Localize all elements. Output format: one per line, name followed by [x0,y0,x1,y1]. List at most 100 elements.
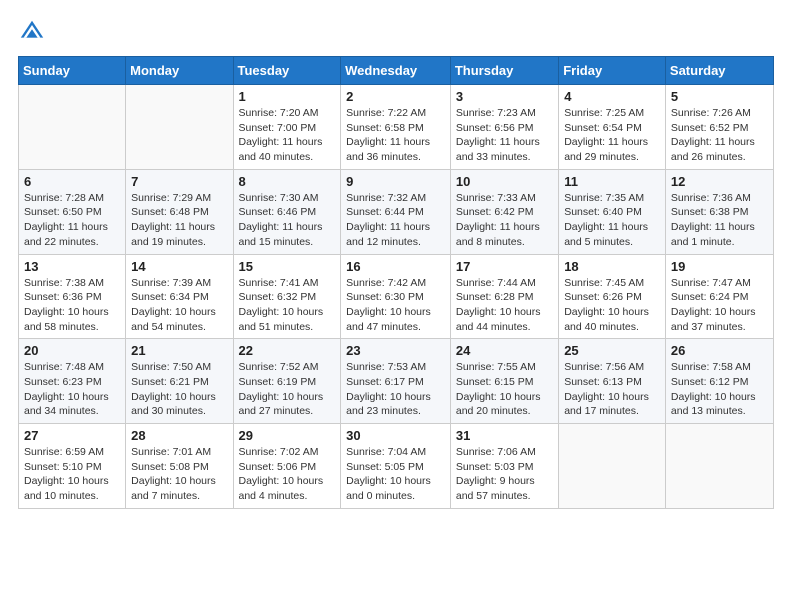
day-info: Sunrise: 7:55 AMSunset: 6:15 PMDaylight:… [456,360,553,419]
day-number: 3 [456,89,553,104]
day-number: 14 [131,259,227,274]
day-info: Sunrise: 7:20 AMSunset: 7:00 PMDaylight:… [239,106,336,165]
calendar-cell: 2 Sunrise: 7:22 AMSunset: 6:58 PMDaylight… [341,85,451,170]
day-number: 18 [564,259,660,274]
day-number: 23 [346,343,445,358]
calendar-cell: 31 Sunrise: 7:06 AMSunset: 5:03 PMDayligh… [450,424,558,509]
calendar-cell: 11 Sunrise: 7:35 AMSunset: 6:40 PMDayligh… [559,169,666,254]
day-info: Sunrise: 7:47 AMSunset: 6:24 PMDaylight:… [671,276,768,335]
day-number: 13 [24,259,120,274]
logo-icon [18,18,46,46]
calendar-cell: 27 Sunrise: 6:59 AMSunset: 5:10 PMDayligh… [19,424,126,509]
page: SundayMondayTuesdayWednesdayThursdayFrid… [0,0,792,612]
day-info: Sunrise: 7:53 AMSunset: 6:17 PMDaylight:… [346,360,445,419]
day-number: 29 [239,428,336,443]
calendar-week-row: 13 Sunrise: 7:38 AMSunset: 6:36 PMDayligh… [19,254,774,339]
calendar-cell: 19 Sunrise: 7:47 AMSunset: 6:24 PMDayligh… [665,254,773,339]
day-number: 5 [671,89,768,104]
day-info: Sunrise: 7:29 AMSunset: 6:48 PMDaylight:… [131,191,227,250]
day-info: Sunrise: 7:25 AMSunset: 6:54 PMDaylight:… [564,106,660,165]
day-info: Sunrise: 7:28 AMSunset: 6:50 PMDaylight:… [24,191,120,250]
day-info: Sunrise: 7:02 AMSunset: 5:06 PMDaylight:… [239,445,336,504]
calendar-cell: 15 Sunrise: 7:41 AMSunset: 6:32 PMDayligh… [233,254,341,339]
calendar-cell: 9 Sunrise: 7:32 AMSunset: 6:44 PMDaylight… [341,169,451,254]
day-info: Sunrise: 7:30 AMSunset: 6:46 PMDaylight:… [239,191,336,250]
weekday-header-sunday: Sunday [19,57,126,85]
day-number: 2 [346,89,445,104]
calendar-cell: 21Sunrise: 7:50 AMSunset: 6:21 PMDayligh… [126,339,233,424]
day-info: Sunrise: 7:35 AMSunset: 6:40 PMDaylight:… [564,191,660,250]
day-info: Sunrise: 7:48 AMSunset: 6:23 PMDaylight:… [24,360,120,419]
calendar-cell: 10Sunrise: 7:33 AMSunset: 6:42 PMDayligh… [450,169,558,254]
calendar-cell: 18Sunrise: 7:45 AMSunset: 6:26 PMDayligh… [559,254,666,339]
day-info: Sunrise: 6:59 AMSunset: 5:10 PMDaylight:… [24,445,120,504]
calendar-cell: 23 Sunrise: 7:53 AMSunset: 6:17 PMDayligh… [341,339,451,424]
calendar-cell: 4 Sunrise: 7:25 AMSunset: 6:54 PMDaylight… [559,85,666,170]
day-info: Sunrise: 7:22 AMSunset: 6:58 PMDaylight:… [346,106,445,165]
calendar-cell: 12 Sunrise: 7:36 AMSunset: 6:38 PMDayligh… [665,169,773,254]
calendar-cell [19,85,126,170]
calendar-cell: 6 Sunrise: 7:28 AMSunset: 6:50 PMDaylight… [19,169,126,254]
weekday-header-tuesday: Tuesday [233,57,341,85]
calendar-cell: 8 Sunrise: 7:30 AMSunset: 6:46 PMDaylight… [233,169,341,254]
calendar-cell: 17 Sunrise: 7:44 AMSunset: 6:28 PMDayligh… [450,254,558,339]
day-number: 12 [671,174,768,189]
day-number: 25 [564,343,660,358]
weekday-header-thursday: Thursday [450,57,558,85]
logo [18,18,50,46]
day-info: Sunrise: 7:38 AMSunset: 6:36 PMDaylight:… [24,276,120,335]
calendar-week-row: 27 Sunrise: 6:59 AMSunset: 5:10 PMDayligh… [19,424,774,509]
calendar-cell: 25Sunrise: 7:56 AMSunset: 6:13 PMDayligh… [559,339,666,424]
day-info: Sunrise: 7:44 AMSunset: 6:28 PMDaylight:… [456,276,553,335]
day-info: Sunrise: 7:06 AMSunset: 5:03 PMDaylight:… [456,445,553,504]
header [18,18,774,46]
calendar-cell: 1 Sunrise: 7:20 AMSunset: 7:00 PMDaylight… [233,85,341,170]
day-info: Sunrise: 7:42 AMSunset: 6:30 PMDaylight:… [346,276,445,335]
day-number: 20 [24,343,120,358]
day-number: 28 [131,428,227,443]
day-number: 19 [671,259,768,274]
day-number: 11 [564,174,660,189]
calendar-cell: 14Sunrise: 7:39 AMSunset: 6:34 PMDayligh… [126,254,233,339]
day-info: Sunrise: 7:33 AMSunset: 6:42 PMDaylight:… [456,191,553,250]
day-info: Sunrise: 7:04 AMSunset: 5:05 PMDaylight:… [346,445,445,504]
day-info: Sunrise: 7:50 AMSunset: 6:21 PMDaylight:… [131,360,227,419]
calendar-cell: 16 Sunrise: 7:42 AMSunset: 6:30 PMDayligh… [341,254,451,339]
day-number: 1 [239,89,336,104]
day-number: 26 [671,343,768,358]
day-info: Sunrise: 7:26 AMSunset: 6:52 PMDaylight:… [671,106,768,165]
calendar-week-row: 6 Sunrise: 7:28 AMSunset: 6:50 PMDaylight… [19,169,774,254]
day-number: 16 [346,259,445,274]
day-number: 17 [456,259,553,274]
day-number: 4 [564,89,660,104]
calendar-cell: 26 Sunrise: 7:58 AMSunset: 6:12 PMDayligh… [665,339,773,424]
day-number: 27 [24,428,120,443]
calendar-cell: 22 Sunrise: 7:52 AMSunset: 6:19 PMDayligh… [233,339,341,424]
day-number: 8 [239,174,336,189]
day-info: Sunrise: 7:52 AMSunset: 6:19 PMDaylight:… [239,360,336,419]
calendar-cell [665,424,773,509]
calendar-cell: 7 Sunrise: 7:29 AMSunset: 6:48 PMDaylight… [126,169,233,254]
calendar-cell: 5 Sunrise: 7:26 AMSunset: 6:52 PMDaylight… [665,85,773,170]
calendar-cell: 24Sunrise: 7:55 AMSunset: 6:15 PMDayligh… [450,339,558,424]
day-number: 7 [131,174,227,189]
day-number: 22 [239,343,336,358]
calendar-cell: 30 Sunrise: 7:04 AMSunset: 5:05 PMDayligh… [341,424,451,509]
day-info: Sunrise: 7:36 AMSunset: 6:38 PMDaylight:… [671,191,768,250]
day-info: Sunrise: 7:58 AMSunset: 6:12 PMDaylight:… [671,360,768,419]
calendar-cell: 29 Sunrise: 7:02 AMSunset: 5:06 PMDayligh… [233,424,341,509]
calendar-cell: 20 Sunrise: 7:48 AMSunset: 6:23 PMDayligh… [19,339,126,424]
day-info: Sunrise: 7:32 AMSunset: 6:44 PMDaylight:… [346,191,445,250]
day-info: Sunrise: 7:01 AMSunset: 5:08 PMDaylight:… [131,445,227,504]
day-number: 31 [456,428,553,443]
weekday-header-friday: Friday [559,57,666,85]
day-info: Sunrise: 7:23 AMSunset: 6:56 PMDaylight:… [456,106,553,165]
day-number: 15 [239,259,336,274]
calendar-cell [126,85,233,170]
day-number: 30 [346,428,445,443]
calendar-header-row: SundayMondayTuesdayWednesdayThursdayFrid… [19,57,774,85]
calendar-cell: 13 Sunrise: 7:38 AMSunset: 6:36 PMDayligh… [19,254,126,339]
day-info: Sunrise: 7:41 AMSunset: 6:32 PMDaylight:… [239,276,336,335]
day-number: 6 [24,174,120,189]
day-number: 9 [346,174,445,189]
